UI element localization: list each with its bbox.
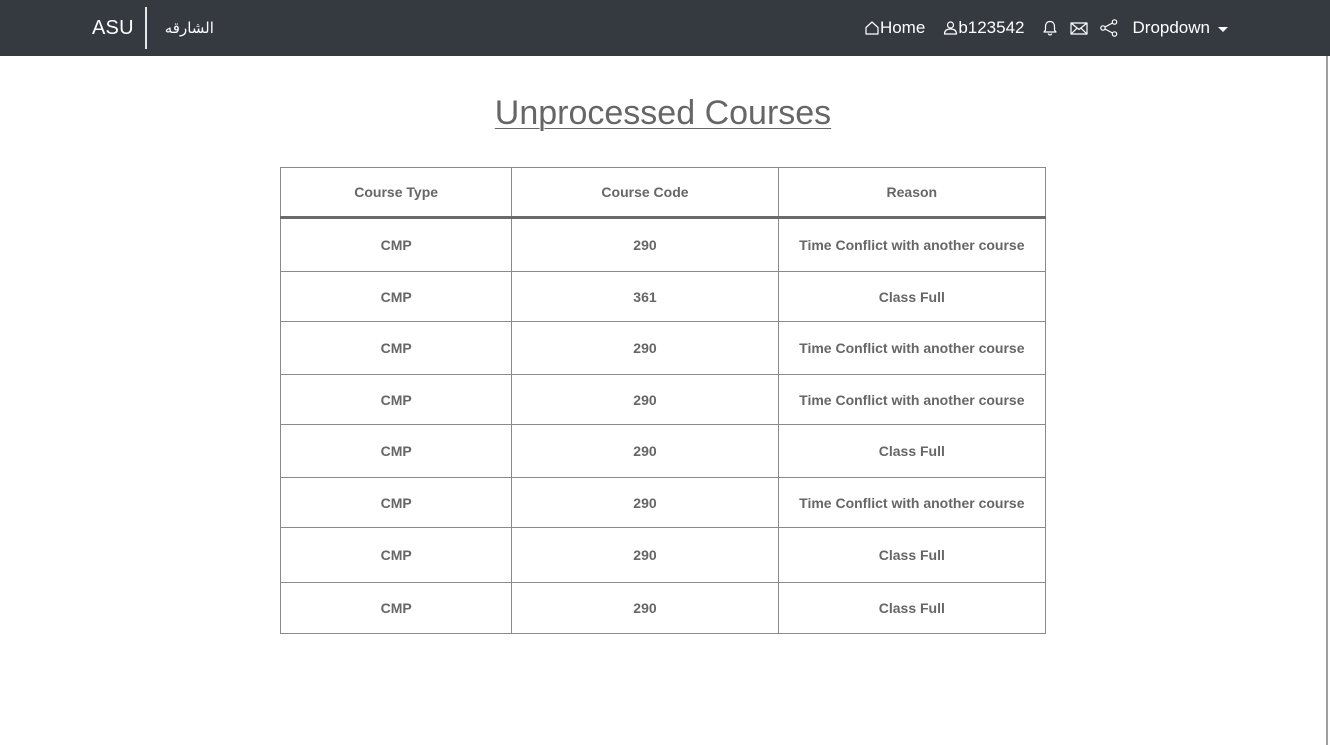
user-icon (943, 20, 958, 36)
table-row: CMP 361 Class Full (279, 271, 1047, 322)
share-icon (1099, 18, 1119, 38)
home-link[interactable]: Home (864, 18, 925, 38)
cell-reason: Time Conflict with another course (777, 374, 1047, 425)
brand-divider (144, 7, 147, 49)
dropdown-toggle[interactable]: Dropdown (1132, 18, 1228, 38)
share-button[interactable] (1099, 18, 1119, 38)
header-reason: Reason (777, 167, 1047, 219)
cell-course-type: CMP (279, 582, 513, 634)
user-label: b123542 (958, 18, 1025, 37)
cell-reason: Time Conflict with another course (777, 217, 1047, 272)
header-course-code: Course Code (511, 167, 779, 219)
table-header-row: Course Type Course Code Reason (279, 167, 1047, 219)
table-row: CMP 290 Class Full (279, 424, 1047, 478)
cell-course-code: 290 (511, 321, 779, 375)
cell-course-code: 290 (511, 477, 779, 528)
cell-course-type: CMP (279, 477, 513, 528)
home-label: Home (879, 18, 926, 37)
envelope-icon (1069, 19, 1089, 37)
navbar-right: Home b123542 Dropdown (864, 0, 1228, 56)
user-link[interactable]: b123542 (943, 18, 1025, 38)
page: ASU الشارقه Home b123542 Dropdown Unproc… (0, 0, 1330, 745)
dropdown-label: Dropdown (1132, 18, 1211, 37)
navbar: ASU الشارقه Home b123542 Dropdown (0, 0, 1330, 56)
table-row: CMP 290 Time Conflict with another cours… (279, 374, 1047, 425)
viewport-edge (1326, 56, 1328, 745)
cell-course-type: CMP (279, 271, 513, 322)
cell-reason: Class Full (777, 271, 1047, 322)
table-row: CMP 290 Time Conflict with another cours… (279, 321, 1047, 375)
table-row: CMP 290 Class Full (279, 527, 1047, 583)
cell-course-code: 290 (511, 424, 779, 478)
notifications-button[interactable] (1041, 19, 1059, 37)
header-course-type: Course Type (279, 167, 513, 219)
brand-name-arabic[interactable]: الشارقه (165, 19, 214, 37)
messages-button[interactable] (1069, 19, 1089, 37)
home-icon (864, 20, 880, 36)
cell-course-type: CMP (279, 424, 513, 478)
table-row: CMP 290 Time Conflict with another cours… (279, 477, 1047, 528)
brand[interactable]: ASU الشارقه (92, 0, 214, 56)
brand-name-english[interactable]: ASU (92, 17, 134, 40)
cell-reason: Class Full (777, 424, 1047, 478)
cell-course-code: 290 (511, 582, 779, 634)
page-title: Unprocessed Courses (494, 94, 832, 132)
cell-course-code: 290 (511, 374, 779, 425)
cell-course-type: CMP (279, 321, 513, 375)
table-row: CMP 290 Class Full (279, 582, 1047, 634)
cell-course-type: CMP (279, 217, 513, 272)
table-row: CMP 290 Time Conflict with another cours… (279, 217, 1047, 272)
cell-course-type: CMP (279, 374, 513, 425)
bell-icon (1041, 19, 1059, 37)
cell-course-code: 290 (511, 527, 779, 583)
cell-reason: Time Conflict with another course (777, 321, 1047, 375)
cell-reason: Class Full (777, 582, 1047, 634)
cell-course-code: 361 (511, 271, 779, 322)
caret-down-icon (1218, 26, 1228, 32)
cell-reason: Class Full (777, 527, 1047, 583)
cell-course-type: CMP (279, 527, 513, 583)
unprocessed-courses-table: Course Type Course Code Reason CMP 290 T… (279, 167, 1047, 634)
cell-reason: Time Conflict with another course (777, 477, 1047, 528)
cell-course-code: 290 (511, 217, 779, 272)
